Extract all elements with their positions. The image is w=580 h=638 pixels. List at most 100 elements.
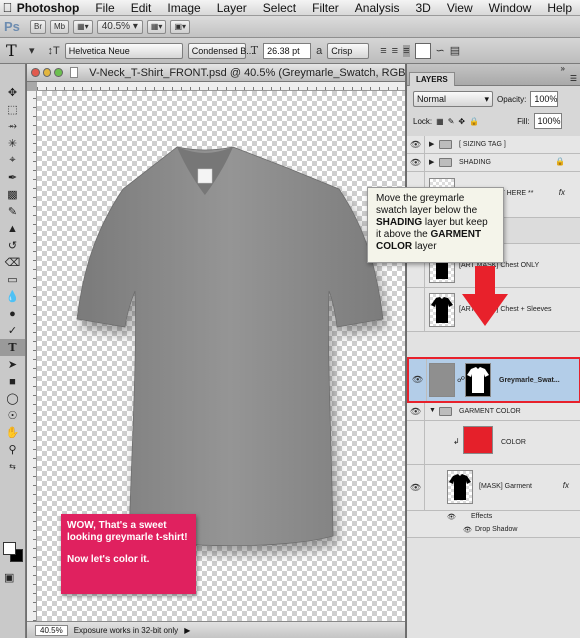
zoom-level-select[interactable]: 40.5% ▾	[96, 19, 143, 34]
status-menu-icon[interactable]: ▶	[184, 626, 190, 635]
character-panel-icon[interactable]: ▤	[450, 44, 460, 57]
eye-icon[interactable]: 👁	[410, 157, 421, 168]
lock-image-icon[interactable]: ✎	[448, 117, 455, 126]
menu-edit[interactable]: Edit	[123, 1, 160, 15]
zoom-window-icon[interactable]	[54, 68, 63, 77]
hand-tool-icon[interactable]: ✋	[0, 424, 25, 441]
layer-row-sizing-tag[interactable]: 👁 ▶ [ SIZING TAG ]	[407, 136, 580, 154]
menu-window[interactable]: Window	[481, 1, 540, 15]
healing-brush-tool-icon[interactable]: ▩	[0, 186, 25, 203]
layer-row-shading[interactable]: 👁 ▶ SHADING 🔒	[407, 154, 580, 172]
menu-view[interactable]: View	[439, 1, 481, 15]
quick-select-tool-icon[interactable]: ✳	[0, 135, 25, 152]
warp-text-icon[interactable]: ∽	[436, 44, 445, 57]
drop-shadow-eye-icon[interactable]: 👁	[463, 526, 472, 534]
screen-mode-button[interactable]: ▣▾	[170, 19, 191, 34]
menu-filter[interactable]: Filter	[304, 1, 347, 15]
blur-tool-icon[interactable]: 💧	[0, 288, 25, 305]
align-left-icon[interactable]: ≡	[380, 45, 386, 57]
opacity-field[interactable]: 100%	[530, 91, 559, 107]
quick-mask-icon[interactable]: ▣	[4, 569, 14, 586]
eye-icon[interactable]: 👁	[410, 482, 421, 493]
layer-row-mask-garment[interactable]: 👁 [MASK] Garment fx	[407, 465, 580, 511]
gradient-tool-icon[interactable]: ▭	[0, 271, 25, 288]
layer-visibility[interactable]: 👁	[409, 359, 427, 401]
layer-visibility[interactable]: 👁	[407, 403, 425, 420]
shape-tool-icon[interactable]: ■	[0, 373, 25, 390]
type-tool-preset-icon[interactable]: T	[6, 41, 24, 60]
menu-analysis[interactable]: Analysis	[347, 1, 408, 15]
close-window-icon[interactable]	[31, 68, 40, 77]
swap-colors-icon[interactable]: ⇆	[0, 458, 25, 475]
layer-row-drop-shadow[interactable]: 👁 Drop Shadow	[407, 524, 580, 538]
align-center-icon[interactable]: ≡	[392, 45, 398, 57]
layer-visibility[interactable]: 👁	[407, 136, 425, 153]
lock-transparent-icon[interactable]: ▦	[436, 117, 444, 126]
eye-icon[interactable]: 👁	[410, 406, 421, 417]
dodge-tool-icon[interactable]: ●	[0, 305, 25, 322]
brush-tool-icon[interactable]: ✎	[0, 203, 25, 220]
menu-3d[interactable]: 3D	[407, 1, 438, 15]
tab-layers[interactable]: LAYERS	[409, 72, 455, 86]
menu-app[interactable]: Photoshop	[15, 1, 88, 15]
move-tool-icon[interactable]: ✥	[0, 84, 25, 101]
type-tool-icon[interactable]: T	[0, 339, 25, 356]
layer-row-color[interactable]: ↲ COLOR	[407, 421, 580, 465]
layer-visibility[interactable]: 👁	[407, 465, 425, 510]
crop-tool-icon[interactable]: ⌖	[0, 152, 25, 169]
3d-rotate-tool-icon[interactable]: ◯	[0, 390, 25, 407]
eye-icon[interactable]: 👁	[410, 139, 421, 150]
preset-chevron-icon[interactable]: ▾	[29, 44, 35, 57]
zoom-tool-icon[interactable]: ⚲	[0, 441, 25, 458]
foreground-color-swatch[interactable]	[3, 542, 16, 555]
color-swatches[interactable]	[3, 542, 23, 562]
eyedropper-tool-icon[interactable]: ✒	[0, 169, 25, 186]
menu-help[interactable]: Help	[539, 1, 580, 15]
menu-layer[interactable]: Layer	[209, 1, 255, 15]
apple-menu-icon[interactable]: 	[0, 0, 15, 15]
expand-triangle-icon[interactable]: ▶	[429, 158, 434, 166]
bridge-button[interactable]: Br	[30, 19, 46, 34]
layer-row-greymarle-swatch[interactable]: 👁 ☍ Greymarle_Swat...	[407, 357, 580, 403]
collapse-panel-icon[interactable]: »	[561, 64, 565, 73]
history-brush-tool-icon[interactable]: ↺	[0, 237, 25, 254]
text-color-swatch[interactable]	[414, 42, 431, 59]
fill-field[interactable]: 100%	[533, 113, 562, 129]
font-style-select[interactable]: Condensed B...	[187, 42, 254, 59]
antialias-select[interactable]: Crisp	[327, 42, 370, 59]
layer-visibility[interactable]: 👁	[407, 154, 425, 171]
3d-orbit-tool-icon[interactable]: ☉	[0, 407, 25, 424]
menu-file[interactable]: File	[87, 1, 122, 15]
chain-link-icon[interactable]: ☍	[457, 375, 465, 384]
font-family-select[interactable]: Helvetica Neue	[64, 42, 183, 59]
status-zoom-field[interactable]: 40.5%	[35, 624, 68, 636]
collapse-triangle-icon[interactable]: ▼	[429, 407, 436, 414]
pen-tool-icon[interactable]: ✓	[0, 322, 25, 339]
eye-icon[interactable]: 👁	[412, 375, 423, 386]
eraser-tool-icon[interactable]: ⌫	[0, 254, 25, 271]
mini-bridge-button[interactable]: Mb	[50, 19, 70, 34]
blend-mode-select[interactable]: Normal ▾	[413, 91, 493, 107]
layer-row-garment-color[interactable]: 👁 ▼ GARMENT COLOR	[407, 403, 580, 421]
lock-all-icon[interactable]: 🔒	[469, 117, 479, 126]
align-right-icon[interactable]: ≡	[403, 44, 410, 57]
panel-menu-icon[interactable]: ☰	[570, 74, 577, 83]
layer-row-effects[interactable]: 👁 Effects	[407, 511, 580, 524]
clone-stamp-tool-icon[interactable]: ▲	[0, 220, 25, 237]
font-size-field[interactable]: 26.38 pt	[263, 42, 312, 59]
orientation-toggle-icon[interactable]: ↕T	[48, 45, 60, 57]
horizontal-ruler[interactable]	[37, 82, 405, 91]
menu-select[interactable]: Select	[255, 1, 304, 15]
view-extras-button[interactable]: ▦▾	[73, 19, 93, 34]
effects-eye-icon[interactable]: 👁	[447, 513, 456, 521]
vertical-ruler[interactable]	[27, 91, 37, 621]
layer-visibility[interactable]	[407, 288, 425, 331]
lock-position-icon[interactable]: ✥	[458, 117, 465, 126]
lasso-tool-icon[interactable]: ⥇	[0, 118, 25, 135]
path-selection-tool-icon[interactable]: ➤	[0, 356, 25, 373]
layer-visibility[interactable]	[407, 421, 425, 464]
marquee-tool-icon[interactable]: ⬚	[0, 101, 25, 118]
expand-triangle-icon[interactable]: ▶	[429, 140, 434, 148]
menu-image[interactable]: Image	[159, 1, 208, 15]
minimize-window-icon[interactable]	[42, 68, 52, 77]
